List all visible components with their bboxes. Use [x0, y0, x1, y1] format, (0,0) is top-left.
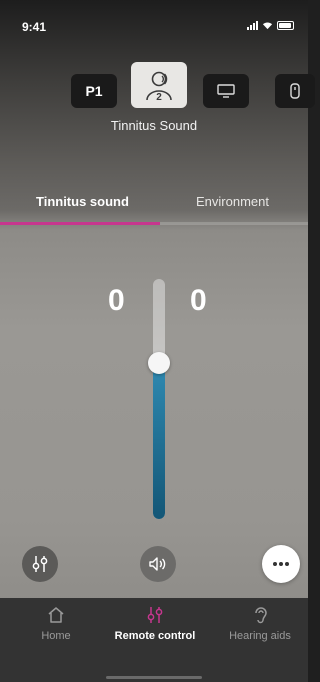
home-indicator — [106, 676, 202, 679]
status-icons — [247, 20, 294, 30]
tab-environment[interactable]: Environment — [196, 194, 269, 209]
equalizer-button[interactable] — [22, 546, 58, 582]
volume-slider-track[interactable] — [153, 279, 165, 519]
remote-control-screen: 9:41 P1 2 Tinnitus Sound Tinnitus sound … — [0, 0, 315, 682]
tv-icon — [217, 84, 235, 98]
program-selector: P1 2 — [0, 62, 315, 112]
nav-hearing-aids-label: Hearing aids — [229, 630, 291, 642]
speaker-icon — [149, 557, 166, 571]
program-p1-button[interactable]: P1 — [71, 74, 117, 108]
nav-hearing-aids[interactable]: Hearing aids — [212, 604, 308, 642]
ear-icon — [255, 607, 267, 624]
more-options-button[interactable] — [262, 545, 300, 583]
volume-right-value: 0 — [190, 284, 207, 317]
volume-left-value: 0 — [108, 284, 125, 317]
remote-icon — [290, 83, 300, 99]
tab-bar: Tinnitus sound Environment — [0, 186, 308, 226]
tinnitus-user-icon: 2 — [146, 71, 172, 103]
program-tv-button[interactable] — [203, 74, 249, 108]
nav-home[interactable]: Home — [8, 604, 104, 642]
program-name: Tinnitus Sound — [110, 118, 198, 133]
more-icon — [273, 562, 289, 566]
volume-slider-thumb[interactable] — [148, 352, 170, 374]
volume-slider-fill — [153, 363, 165, 519]
bottom-navigation: Home Remote control Hearing aids — [0, 598, 308, 682]
tab-active-indicator — [0, 222, 160, 225]
nav-remote-control-label: Remote control — [114, 630, 196, 642]
status-bar: 9:41 — [0, 0, 308, 52]
battery-icon — [277, 20, 294, 30]
equalizer-icon — [32, 556, 48, 572]
status-time: 9:41 — [22, 20, 47, 34]
tab-tinnitus-sound[interactable]: Tinnitus sound — [36, 194, 129, 209]
wifi-icon — [262, 22, 273, 29]
home-icon — [48, 607, 64, 623]
nav-remote-control[interactable]: Remote control — [107, 604, 203, 642]
speaker-button[interactable] — [140, 546, 176, 582]
signal-icon — [247, 20, 258, 30]
program-remote-button[interactable] — [275, 74, 315, 108]
program-p1-label: P1 — [85, 83, 103, 99]
program-2-label: 2 — [156, 92, 162, 103]
equalizer-icon — [147, 607, 163, 623]
program-tinnitus-button[interactable]: 2 — [131, 62, 187, 108]
nav-home-label: Home — [41, 630, 71, 642]
